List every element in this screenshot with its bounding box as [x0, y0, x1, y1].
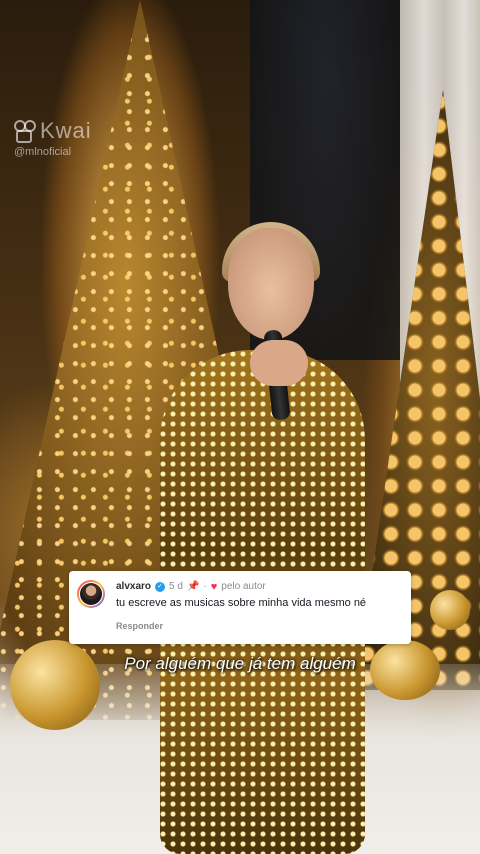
pin-icon: 📌	[186, 581, 200, 592]
comment-meta: alvxaro ✓ 5 d 📌 · ♥ pelo autor	[116, 581, 266, 592]
comment-username[interactable]: alvxaro	[116, 581, 151, 592]
liked-by-author-label: pelo autor	[221, 581, 266, 592]
watermark-brand: Kwai	[40, 118, 92, 143]
kwai-logo-icon	[14, 120, 36, 143]
singer-face	[228, 228, 314, 340]
singer-hands	[250, 340, 308, 386]
reply-button[interactable]: Responder	[116, 621, 163, 631]
heart-icon: ♥	[210, 580, 218, 593]
lyrics-subtitle: Por alguém que já tem alguém	[124, 654, 356, 673]
verified-badge-icon: ✓	[155, 581, 166, 592]
kwai-watermark: Kwai @mlnoficial	[14, 118, 92, 158]
watermark-handle: @mlnoficial	[14, 146, 72, 158]
comment-age: 5 d	[169, 581, 183, 592]
avatar[interactable]	[77, 580, 105, 608]
comment-reply-card[interactable]: alvxaro ✓ 5 d 📌 · ♥ pelo autor tu escrev…	[69, 571, 411, 644]
comment-text: tu escreve as musicas sobre minha vida m…	[116, 597, 367, 609]
avatar-image	[80, 583, 102, 605]
separator-dot: ·	[203, 581, 207, 592]
gold-ornament	[430, 590, 470, 630]
